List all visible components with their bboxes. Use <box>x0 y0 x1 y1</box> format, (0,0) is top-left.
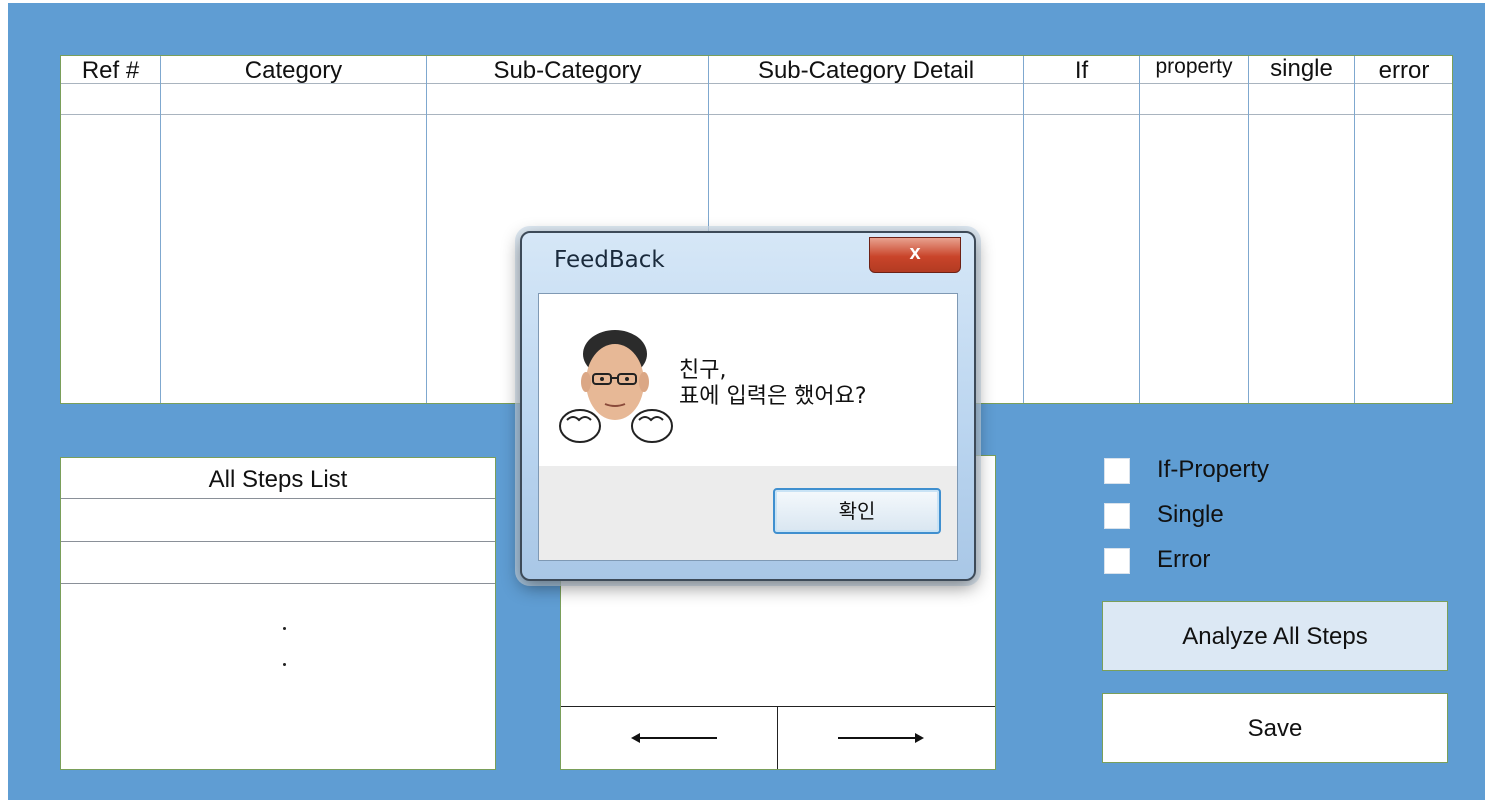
arrow-right-shaft <box>838 737 916 739</box>
step-navigation <box>561 706 995 769</box>
list-divider <box>61 498 495 499</box>
arrow-right-icon <box>915 733 924 743</box>
column-divider <box>1248 56 1249 403</box>
previous-step-button[interactable] <box>561 707 778 769</box>
save-button[interactable]: Save <box>1102 693 1448 763</box>
next-step-button[interactable] <box>778 707 995 769</box>
arrow-left-shaft <box>639 737 717 739</box>
single-checkbox[interactable] <box>1104 503 1130 529</box>
analyze-all-steps-button[interactable]: Analyze All Steps <box>1102 601 1448 671</box>
if-property-label: If-Property <box>1157 456 1270 483</box>
column-divider <box>426 56 427 403</box>
close-icon: x <box>909 242 921 264</box>
list-divider <box>61 541 495 542</box>
header-sub-category: Sub-Category <box>493 57 642 84</box>
dialog-title: FeedBack <box>554 247 665 273</box>
dialog-message-line2: 표에 입력은 했어요? <box>679 384 867 409</box>
column-divider <box>1023 56 1024 403</box>
app-canvas: Ref # Category Sub-Category Sub-Category… <box>8 3 1485 800</box>
close-button[interactable]: x <box>869 237 961 273</box>
dialog-body: 친구, 표에 입력은 했어요? 확인 <box>538 293 958 561</box>
if-property-checkbox[interactable] <box>1104 458 1130 484</box>
header-sub-category-detail: Sub-Category Detail <box>757 57 975 84</box>
header-ref: Ref # <box>81 57 140 84</box>
ok-button[interactable]: 확인 <box>773 488 941 534</box>
list-divider <box>61 583 495 584</box>
avatar <box>559 330 673 443</box>
header-single: single <box>1270 55 1333 82</box>
header-if: If <box>1074 57 1089 84</box>
column-divider <box>1139 56 1140 403</box>
error-checkbox[interactable] <box>1104 548 1130 574</box>
ellipsis-dot <box>283 627 286 630</box>
single-label: Single <box>1157 501 1224 528</box>
ellipsis-dot <box>283 663 286 666</box>
column-divider <box>160 56 161 403</box>
column-divider <box>1354 56 1355 403</box>
error-label: Error <box>1157 546 1211 573</box>
header-error: error <box>1378 57 1430 84</box>
row-divider <box>61 114 1452 115</box>
steps-list-title: All Steps List <box>208 466 348 493</box>
feedback-dialog: FeedBack x 친구, 표에 입력은 했어요? 확인 <box>520 231 976 581</box>
header-category: Category <box>244 57 343 84</box>
header-property: property <box>1155 55 1233 78</box>
all-steps-list[interactable]: All Steps List <box>60 457 496 770</box>
